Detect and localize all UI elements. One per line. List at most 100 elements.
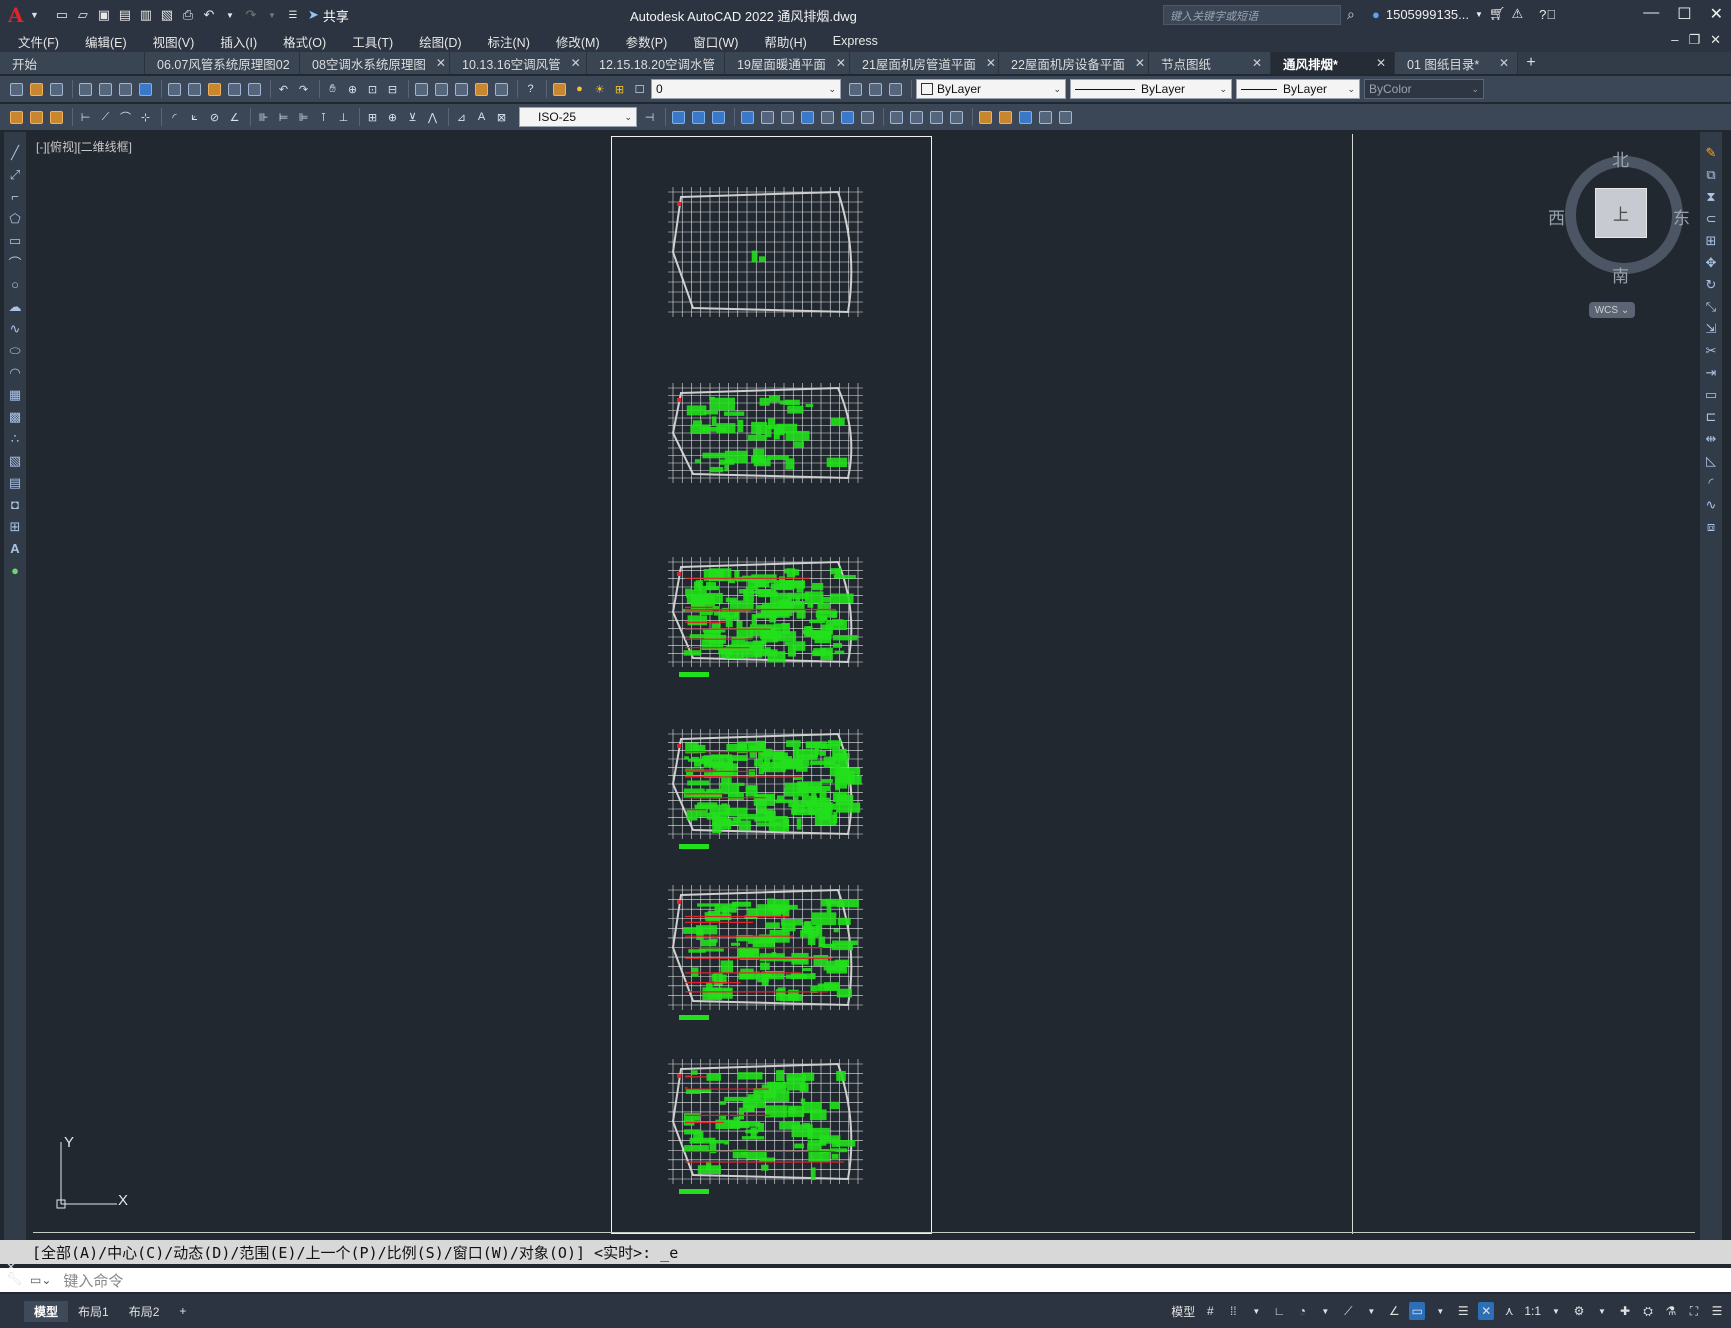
open-file-icon[interactable]: ▱ [74, 6, 92, 24]
modify-icon[interactable] [1057, 109, 1074, 126]
new-tab-icon[interactable]: + [1518, 52, 1544, 74]
properties-icon[interactable] [413, 81, 430, 98]
open-icon[interactable] [28, 81, 45, 98]
redo-icon[interactable]: ↷ [295, 81, 312, 98]
add-selected-icon[interactable]: ● [7, 562, 23, 579]
tab-drawing[interactable]: 01 图纸目录* ✕ [1395, 52, 1518, 74]
match-properties-icon[interactable] [226, 81, 243, 98]
draworder-above-icon[interactable] [710, 109, 727, 126]
quick-dim-icon[interactable]: ⊪ [255, 109, 272, 126]
tab-drawing[interactable]: 08空调水系统原理图 ✕ [300, 52, 450, 74]
break-at-point-icon[interactable]: ▭ [1703, 386, 1719, 403]
line-icon[interactable]: ╱ [7, 144, 23, 161]
tab-start[interactable]: 开始 [0, 52, 145, 74]
jogged-dim-icon[interactable]: ⟀ [186, 109, 203, 126]
compass-west[interactable]: 西 [1548, 204, 1565, 229]
minimize-icon[interactable]: — [1643, 4, 1659, 24]
lineweight-dropdown[interactable]: ByLayer ⌄ [1236, 79, 1360, 99]
modify-icon[interactable] [1017, 109, 1034, 126]
help-icon[interactable]: ?⃝ [1539, 7, 1556, 22]
snap-mode-icon[interactable]: ⁞⁞ [1225, 1302, 1241, 1320]
drawing-viewport[interactable]: [-][俯视][二维线框] Y X [33, 134, 1695, 1234]
workspace-gear-icon[interactable]: ⚙ [1571, 1302, 1587, 1320]
viewcube-top-face[interactable]: 上 [1595, 188, 1647, 238]
annotation-scale-dropdown-icon[interactable]: ▼ [1548, 1302, 1564, 1320]
layer-properties-icon[interactable] [551, 81, 568, 98]
modify-icon[interactable] [739, 109, 756, 126]
trim-icon[interactable]: ✂ [1703, 342, 1719, 359]
layout-tab-2[interactable]: 布局2 [119, 1301, 170, 1322]
isolate-objects-icon[interactable]: ⛭ [1640, 1302, 1656, 1320]
compass-north[interactable]: 北 [1612, 146, 1629, 171]
make-block-icon[interactable]: ▩ [7, 408, 23, 425]
app-menu-dropdown-icon[interactable]: ▼ [30, 10, 39, 20]
draworder-front-icon[interactable] [670, 109, 687, 126]
tab-drawing[interactable]: 22屋面机房设备平面 ✕ [999, 52, 1149, 74]
save-icon[interactable] [48, 81, 65, 98]
layout-tab-1[interactable]: 布局1 [68, 1301, 119, 1322]
open-web-icon[interactable]: ▥ [137, 6, 155, 24]
customization-menu-icon[interactable]: ☰ [1709, 1302, 1725, 1320]
zoom-window-icon[interactable]: ⊡ [364, 81, 381, 98]
publish-icon[interactable] [117, 81, 134, 98]
share-button[interactable]: ➤ 共享 [308, 6, 349, 25]
zoom-realtime-icon[interactable]: ⊕ [344, 81, 361, 98]
modify-icon[interactable] [799, 109, 816, 126]
polyline-icon[interactable]: ⌐ [7, 188, 23, 205]
maximize-icon[interactable]: ☐ [1677, 4, 1691, 24]
modify-icon[interactable] [839, 109, 856, 126]
modify-icon[interactable] [997, 109, 1014, 126]
ellipse-icon[interactable]: ⬭ [7, 342, 23, 359]
baseline-dim-icon[interactable]: ⊨ [275, 109, 292, 126]
chamfer-icon[interactable]: ◺ [1703, 452, 1719, 469]
dimstyle-dropdown[interactable]: ISO-25 ⌄ [519, 107, 637, 127]
autodesk-app-icon[interactable]: ⚠︎ [1511, 6, 1523, 22]
blend-curves-icon[interactable]: ∿ [1703, 496, 1719, 513]
menu-edit[interactable]: 编辑(E) [85, 32, 127, 51]
zoom-previous-icon[interactable]: ⊟ [384, 81, 401, 98]
tab-drawing[interactable]: 21屋面机房管道平面 ✕ [850, 52, 999, 74]
object-snap-icon[interactable]: ▭ [1409, 1302, 1426, 1320]
dim-text-edit-icon[interactable]: A [473, 109, 490, 126]
modify-icon[interactable] [888, 109, 905, 126]
menu-view[interactable]: 视图(V) [153, 32, 195, 51]
undo-dropdown-icon[interactable]: ▼ [221, 6, 239, 24]
tab-close-icon[interactable]: ✕ [436, 56, 446, 70]
layer-freeze-icon[interactable]: ☀︎ [591, 81, 608, 98]
tool-palettes-icon[interactable] [453, 81, 470, 98]
point-icon[interactable]: ∴ [7, 430, 23, 447]
compass-east[interactable]: 东 [1673, 204, 1690, 229]
erase-icon[interactable]: ✎ [1703, 144, 1719, 161]
circle-icon[interactable]: ○ [7, 276, 23, 293]
hatch-icon[interactable]: ▧ [7, 452, 23, 469]
insert-block-icon[interactable]: ▦ [7, 386, 23, 403]
3d-print-icon[interactable] [137, 81, 154, 98]
color-dropdown[interactable]: ByLayer ⌄ [916, 79, 1066, 99]
tab-close-icon[interactable]: ✕ [1499, 56, 1509, 70]
menu-help[interactable]: 帮助(H) [764, 32, 806, 51]
viewcube[interactable]: 上 北 南 西 东 [1548, 146, 1690, 286]
menu-dimension[interactable]: 标注(N) [488, 32, 530, 51]
viewport-controls-label[interactable]: [-][俯视][二维线框] [36, 138, 132, 155]
hardware-acceleration-icon[interactable]: ⚗ [1663, 1302, 1679, 1320]
isodraft-dropdown-icon[interactable]: ▼ [1363, 1302, 1379, 1320]
stretch-icon[interactable]: ⇲ [1703, 320, 1719, 337]
workspace-dropdown-icon[interactable]: ▼ [1594, 1302, 1610, 1320]
save-web-icon[interactable]: ▧ [158, 6, 176, 24]
tab-close-icon[interactable]: ✕ [1376, 56, 1386, 70]
block-icon[interactable] [8, 109, 25, 126]
annotation-monitor-icon[interactable]: ✚ [1617, 1302, 1633, 1320]
auto-scale-icon[interactable]: ⋏ [1501, 1302, 1517, 1320]
design-center-icon[interactable] [433, 81, 450, 98]
modify-icon[interactable] [759, 109, 776, 126]
model-space-button[interactable]: 模型 [1171, 1302, 1195, 1320]
insert-block-icon[interactable] [28, 109, 45, 126]
ortho-icon[interactable]: ∟ [1271, 1302, 1287, 1320]
osnap-dropdown-icon[interactable]: ▼ [1432, 1302, 1448, 1320]
layer-color-icon[interactable]: ☐ [631, 81, 648, 98]
menu-parametric[interactable]: 参数(P) [626, 32, 668, 51]
layer-previous-icon[interactable] [867, 81, 884, 98]
layer-states-icon[interactable] [887, 81, 904, 98]
tab-close-icon[interactable]: ✕ [1252, 56, 1262, 70]
scale-icon[interactable]: ⤡ [1703, 298, 1719, 315]
